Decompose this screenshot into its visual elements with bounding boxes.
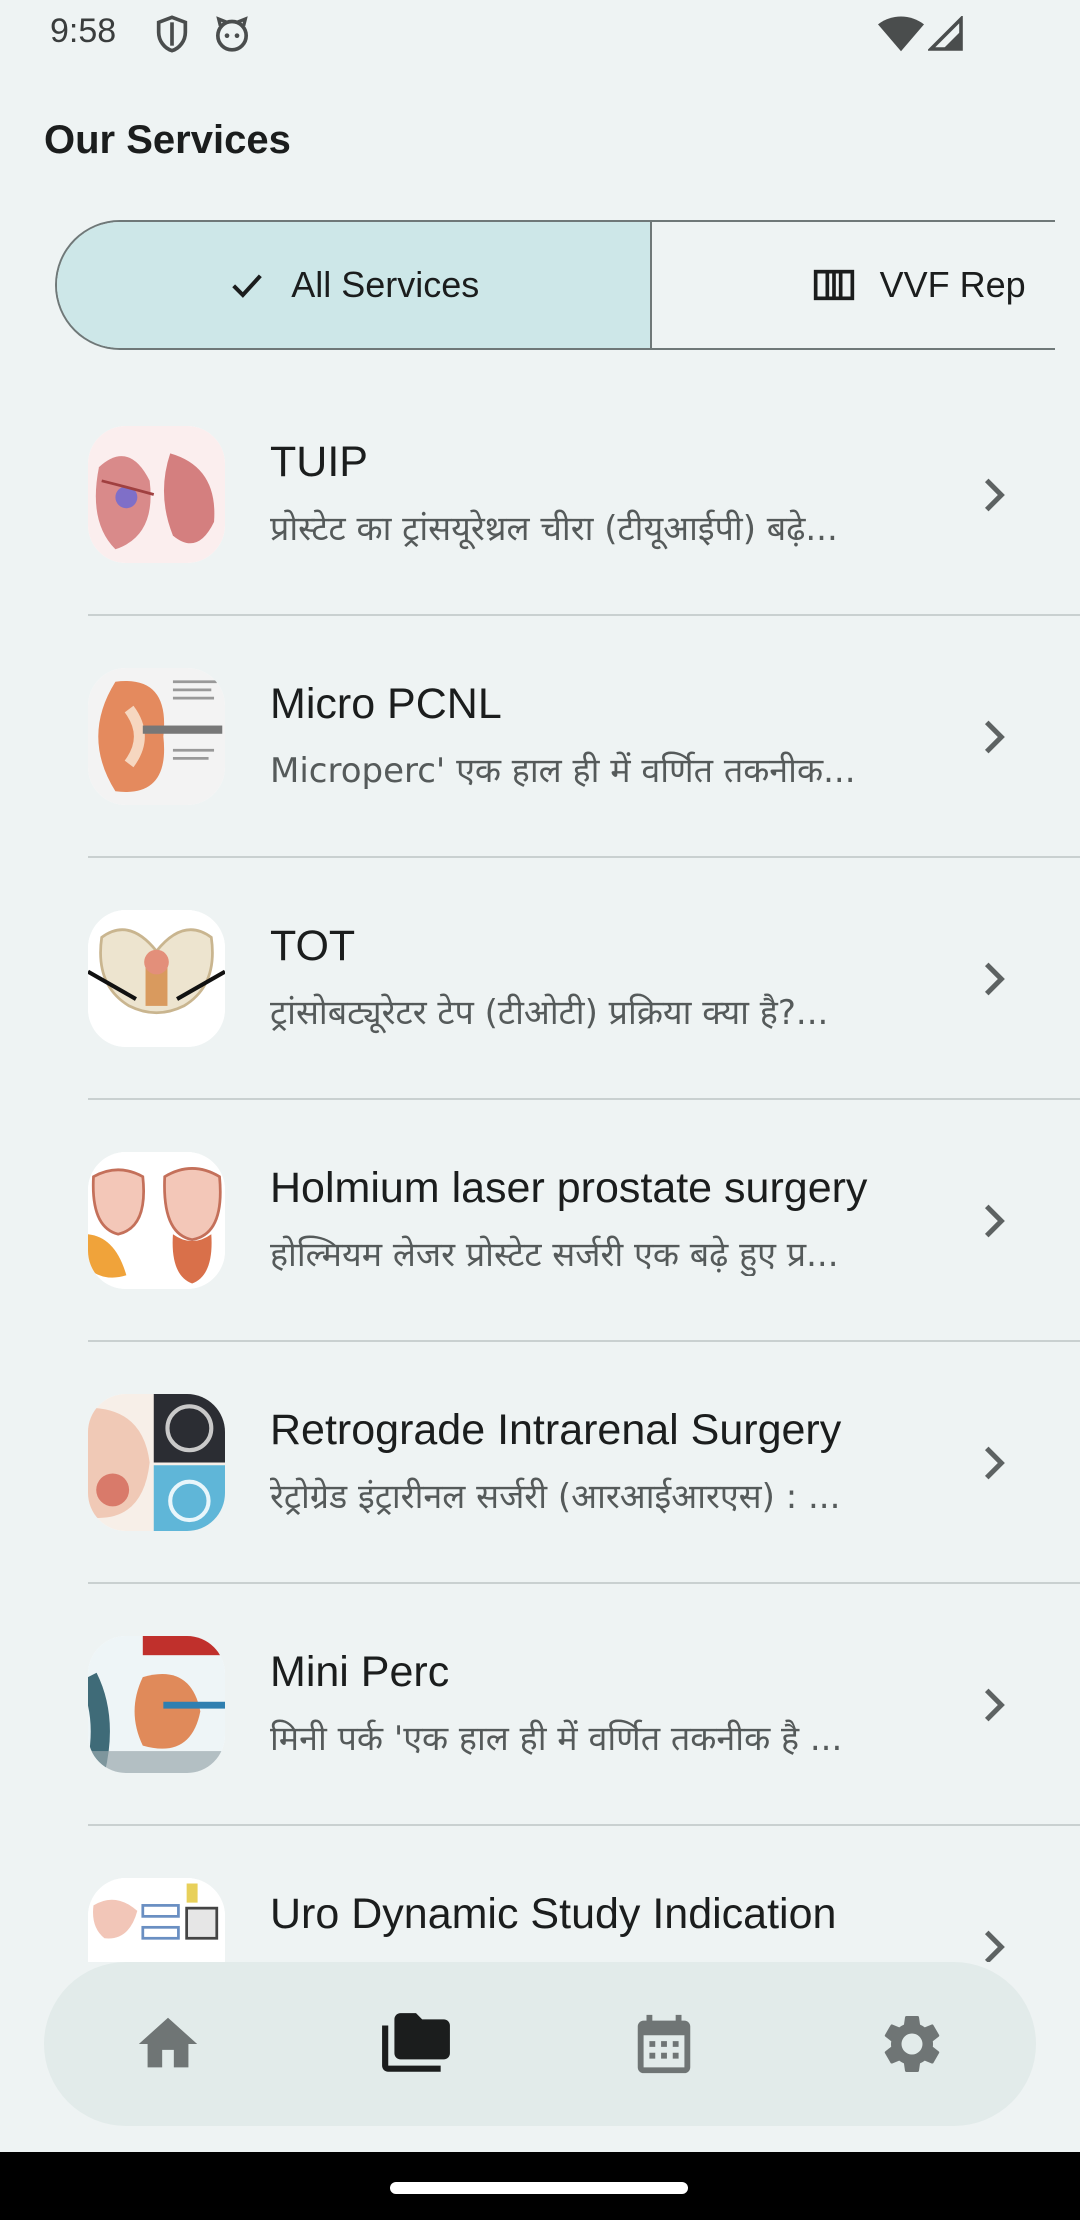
folder-copy-icon bbox=[382, 2013, 450, 2072]
service-thumbnail bbox=[88, 426, 225, 563]
service-thumbnail bbox=[88, 1636, 225, 1773]
shield-icon bbox=[152, 14, 192, 58]
nav-services[interactable] bbox=[374, 2002, 458, 2086]
service-title: Holmium laser prostate surgery bbox=[270, 1164, 868, 1212]
filter-label: All Services bbox=[291, 264, 480, 305]
service-item-tuip[interactable]: TUIP प्रोस्टेट का ट्रांसयूरेथ्रल चीरा (ट… bbox=[0, 374, 1080, 616]
service-thumbnail bbox=[88, 1878, 225, 1962]
service-title: Mini Perc bbox=[270, 1648, 450, 1696]
service-description: रेट्रोग्रेड इंट्रारीनल सर्जरी (आरआईआरएस)… bbox=[270, 1477, 841, 1517]
chevron-right-icon bbox=[984, 1688, 1005, 1722]
services-list: TUIP प्रोस्टेट का ट्रांसयूरेथ्रल चीरा (ट… bbox=[0, 374, 1080, 1962]
service-item-uro-dynamic-study[interactable]: Uro Dynamic Study Indication bbox=[0, 1826, 1080, 1962]
filter-label: VVF Rep bbox=[879, 264, 1026, 305]
calendar-icon bbox=[637, 2014, 691, 2074]
chevron-right-icon bbox=[984, 1204, 1005, 1238]
settings-icon bbox=[884, 2015, 940, 2072]
service-item-micro-pcnl[interactable]: Micro PCNL Microperc' एक हाल ही में वर्ण… bbox=[0, 616, 1080, 858]
service-title: TOT bbox=[270, 922, 356, 970]
service-item-holmium-laser[interactable]: Holmium laser prostate surgery होल्मियम … bbox=[0, 1100, 1080, 1342]
nav-settings[interactable] bbox=[870, 2002, 954, 2086]
service-item-mini-perc[interactable]: Mini Perc मिनी पर्क 'एक हाल ही में वर्णि… bbox=[0, 1584, 1080, 1826]
service-thumbnail bbox=[88, 910, 225, 1047]
chevron-right-icon bbox=[984, 720, 1005, 754]
face-icon bbox=[212, 14, 252, 58]
service-filter: All Services VVF Rep bbox=[55, 220, 1055, 350]
chevron-right-icon bbox=[984, 478, 1005, 512]
service-item-rirs[interactable]: Retrograde Intrarenal Surgery रेट्रोग्रे… bbox=[0, 1342, 1080, 1584]
service-description: होल्मियम लेजर प्रोस्टेट सर्जरी एक बढ़े ह… bbox=[270, 1235, 839, 1275]
service-title: Micro PCNL bbox=[270, 680, 502, 728]
service-description: मिनी पर्क 'एक हाल ही में वर्णित तकनीक है… bbox=[270, 1719, 843, 1759]
service-description: ट्रांसोबट्यूरेटर टेप (टीओटी) प्रक्रिया क… bbox=[270, 993, 829, 1033]
view-column-icon bbox=[813, 269, 854, 301]
filter-all-services[interactable]: All Services bbox=[57, 222, 652, 348]
service-item-tot[interactable]: TOT ट्रांसोबट्यूरेटर टेप (टीओटी) प्रक्रि… bbox=[0, 858, 1080, 1100]
chevron-right-icon bbox=[984, 1930, 1005, 1962]
check-icon bbox=[232, 274, 263, 298]
filter-vvf-repair[interactable]: VVF Rep bbox=[652, 222, 1055, 348]
home-gesture-handle[interactable] bbox=[390, 2182, 688, 2194]
nav-home[interactable] bbox=[126, 2002, 210, 2086]
home-icon bbox=[138, 2017, 198, 2068]
chevron-right-icon bbox=[984, 962, 1005, 996]
service-title: Uro Dynamic Study Indication bbox=[270, 1890, 837, 1938]
bottom-navigation bbox=[44, 1962, 1036, 2126]
service-description: प्रोस्टेट का ट्रांसयूरेथ्रल चीरा (टीयूआई… bbox=[270, 509, 838, 549]
nav-appointments[interactable] bbox=[622, 2002, 706, 2086]
service-thumbnail bbox=[88, 668, 225, 805]
wifi-icon bbox=[878, 16, 924, 56]
cell-signal-icon bbox=[926, 14, 964, 56]
service-thumbnail bbox=[88, 1394, 225, 1531]
status-bar: 9:58 bbox=[0, 0, 1080, 66]
status-time: 9:58 bbox=[50, 12, 117, 50]
service-thumbnail bbox=[88, 1152, 225, 1289]
service-description: Microperc' एक हाल ही में वर्णित तकनीक... bbox=[270, 751, 856, 791]
chevron-right-icon bbox=[984, 1446, 1005, 1480]
service-title: Retrograde Intrarenal Surgery bbox=[270, 1406, 842, 1454]
page-title: Our Services bbox=[44, 118, 291, 162]
service-title: TUIP bbox=[270, 438, 368, 486]
